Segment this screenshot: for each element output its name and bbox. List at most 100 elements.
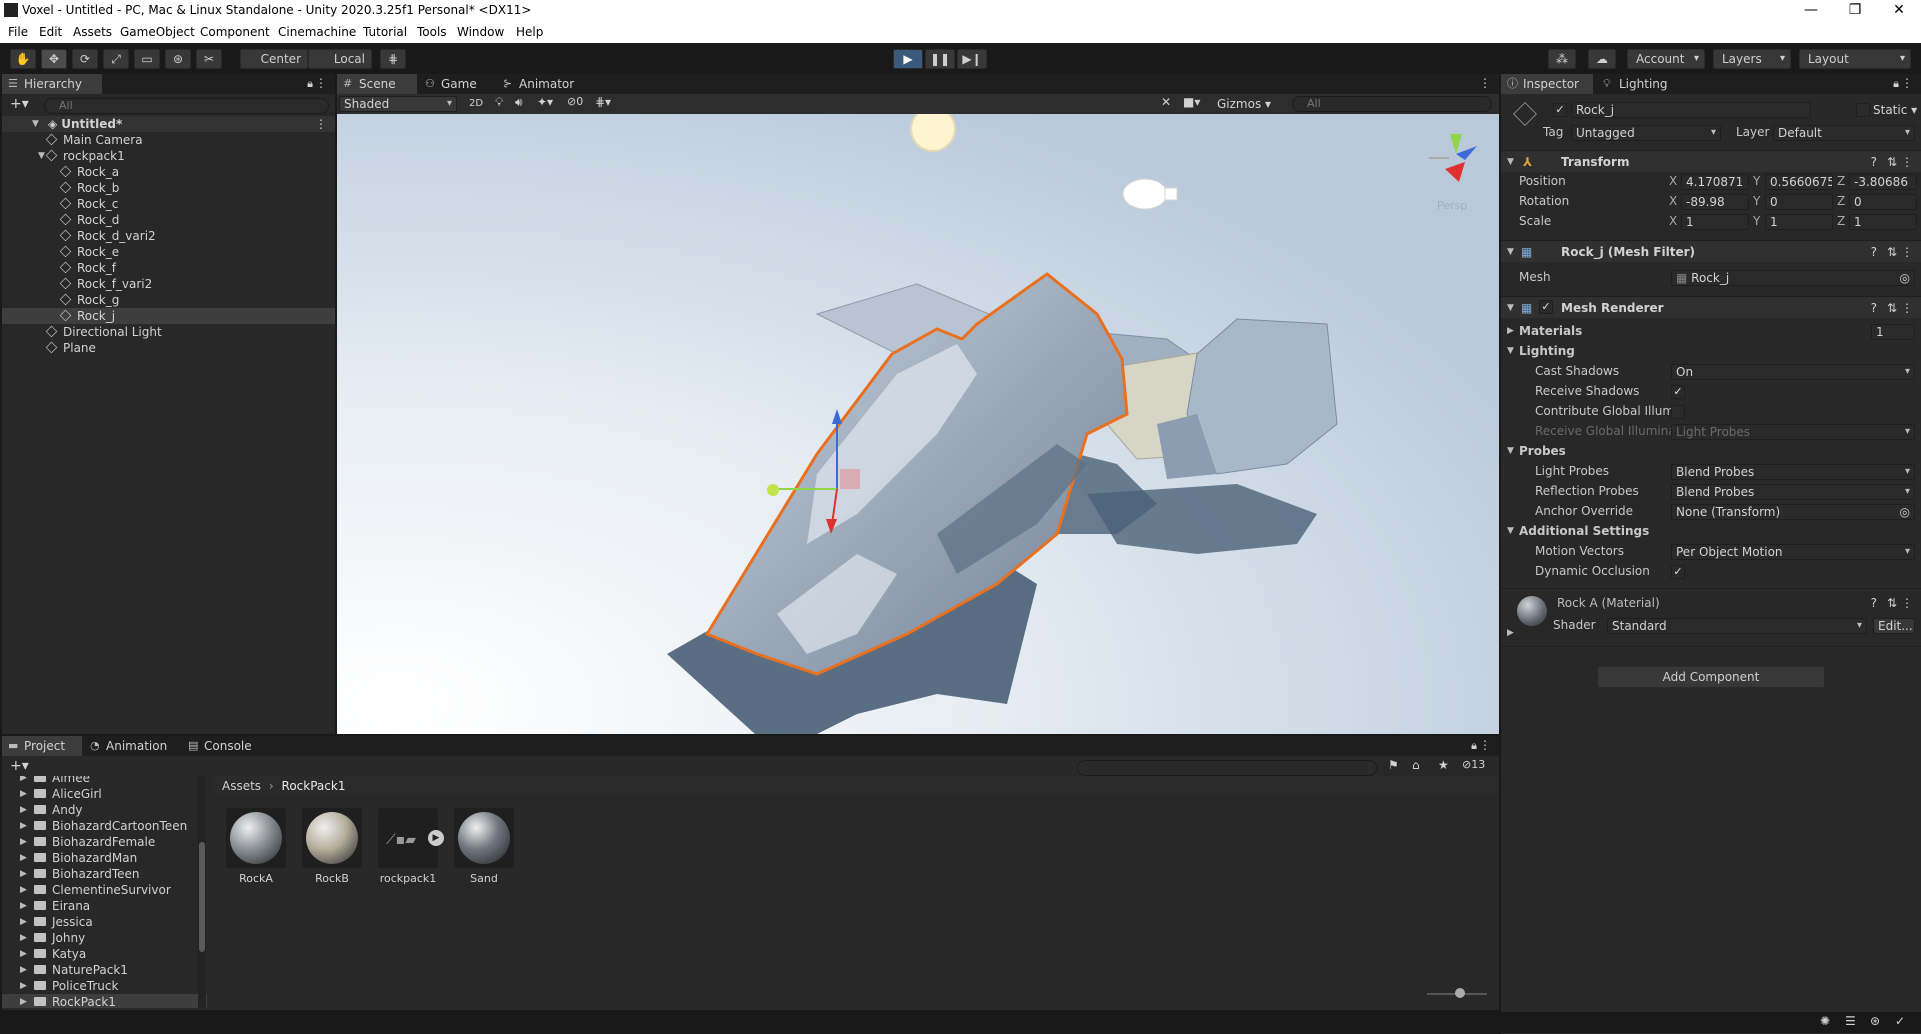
asset-tile[interactable]: ⟋▪▰ ▶ rockpack1 [377, 808, 444, 885]
hierarchy-item[interactable]: Rock_c [2, 196, 335, 212]
hand-tool-icon[interactable]: ✋ [10, 49, 36, 69]
rotate-tool-icon[interactable]: ⟳ [72, 49, 98, 69]
step-button[interactable]: ▶❙ [957, 49, 987, 69]
folder-item[interactable]: ▶ BiohazardFemale [2, 834, 207, 850]
tab-animation[interactable]: ◔ Animation [84, 736, 180, 756]
scale-x-field[interactable]: 1 [1681, 214, 1749, 230]
shading-mode-dropdown[interactable]: Shaded [339, 96, 457, 112]
folder-item[interactable]: ▶ BiohazardCartoonTeen [2, 818, 207, 834]
mesh-renderer-header[interactable]: ▼ ▦ ✓ Mesh Renderer ? ⇅ ⋮ [1501, 296, 1921, 318]
cloud-icon[interactable]: ☁ [1588, 49, 1616, 69]
folder-item[interactable]: ▶ Andy [2, 802, 207, 818]
status-check-icon[interactable]: ✓ [1895, 1014, 1905, 1028]
hierarchy-item[interactable]: Plane [2, 340, 335, 356]
scene-search-input[interactable]: All [1292, 96, 1492, 112]
help-icon[interactable]: ? [1871, 297, 1877, 319]
scene-viewport[interactable]: Persp [337, 114, 1499, 734]
pivot-local-button[interactable]: Local [308, 49, 372, 69]
toggle-2d-button[interactable]: 2D [465, 96, 487, 112]
hierarchy-item[interactable]: Rock_d [2, 212, 335, 228]
tab-lighting[interactable]: 💡︎ Lighting [1597, 74, 1689, 94]
breadcrumb-root[interactable]: Assets [222, 779, 261, 793]
scale-tool-icon[interactable]: ⤢ [103, 49, 129, 69]
hierarchy-search-input[interactable]: All [44, 98, 329, 114]
effects-toggle-icon[interactable]: ✦▾ [537, 95, 553, 109]
lock-icon[interactable]: 🔒︎ [307, 77, 313, 91]
hierarchy-item[interactable]: ▼ rockpack1 [2, 148, 335, 164]
folder-item[interactable]: ▶ Aimee [2, 776, 207, 786]
folder-item[interactable]: ▶ RockPack1 [2, 994, 207, 1008]
folder-item[interactable]: ▶ Eirana [2, 898, 207, 914]
mesh-filter-header[interactable]: ▼ ▦ Rock_j (Mesh Filter) ? ⇅ ⋮ [1501, 240, 1921, 262]
component-more-icon[interactable]: ⋮ [1901, 241, 1913, 263]
fold-arrow-icon[interactable]: ▶ [20, 914, 27, 930]
fold-arrow-icon[interactable]: ▶ [1507, 628, 1514, 638]
folder-item[interactable]: ▶ BiohazardTeen [2, 866, 207, 882]
fold-arrow-icon[interactable]: ▶ [20, 930, 27, 946]
fold-arrow-icon[interactable]: ▼ [1507, 446, 1514, 456]
hierarchy-item[interactable]: Rock_g [2, 292, 335, 308]
preset-icon[interactable]: ⇅ [1887, 297, 1897, 319]
receive-shadows-checkbox[interactable]: ✓ [1671, 385, 1685, 399]
mesh-field[interactable]: ▦ Rock_j ◎ [1671, 270, 1915, 286]
grid-snap-icon[interactable]: ⋕ [380, 49, 406, 69]
static-checkbox[interactable] [1856, 103, 1870, 117]
project-more-icon[interactable]: ⋮ [1479, 738, 1491, 752]
scene-more-icon[interactable]: ⋮ [1479, 76, 1491, 90]
active-checkbox[interactable]: ✓ [1553, 103, 1567, 117]
shader-edit-button[interactable]: Edit... [1873, 618, 1915, 634]
project-add-icon[interactable]: +▾ [10, 758, 29, 774]
component-more-icon[interactable]: ⋮ [1901, 297, 1913, 319]
object-picker-icon[interactable]: ◎ [1900, 271, 1910, 285]
fold-arrow-icon[interactable]: ▶ [20, 962, 27, 978]
favorite-icon[interactable]: ★ [1438, 758, 1449, 772]
hierarchy-item[interactable]: Rock_a [2, 164, 335, 180]
thumbnail-size-slider-knob[interactable] [1455, 988, 1465, 998]
play-button[interactable]: ▶ [893, 49, 923, 69]
component-more-icon[interactable]: ⋮ [1901, 151, 1913, 173]
hierarchy-item[interactable]: Rock_j [2, 308, 335, 324]
hidden-packages-icon[interactable]: ⊘13 [1462, 758, 1485, 771]
rotation-z-field[interactable]: 0 [1849, 194, 1917, 210]
object-name-field[interactable]: Rock_j [1571, 102, 1811, 118]
help-icon[interactable]: ? [1871, 151, 1877, 173]
position-x-field[interactable]: 4.170871 [1681, 174, 1749, 190]
grid-toggle-icon[interactable]: ⋕▾ [595, 95, 611, 109]
gizmos-dropdown[interactable]: Gizmos ▾ [1217, 96, 1283, 112]
bug-icon[interactable]: ✺ [1820, 1014, 1830, 1028]
folder-item[interactable]: ▶ Johny [2, 930, 207, 946]
contribute-gi-checkbox[interactable] [1671, 405, 1685, 419]
component-more-icon[interactable]: ⋮ [1901, 596, 1913, 610]
hierarchy-item[interactable]: Rock_f_vari2 [2, 276, 335, 292]
fold-arrow-icon[interactable]: ▼ [1507, 241, 1514, 263]
folder-item[interactable]: ▶ NaturePack1 [2, 962, 207, 978]
layer-dropdown[interactable]: Default [1773, 125, 1915, 141]
maximize-button[interactable]: ❐ [1833, 0, 1877, 22]
tag-dropdown[interactable]: Untagged [1571, 125, 1721, 141]
menu-gameobject[interactable]: GameObject [120, 25, 195, 39]
menu-tools[interactable]: Tools [417, 25, 447, 39]
reflection-probes-dropdown[interactable]: Blend Probes [1671, 484, 1915, 500]
cast-shadows-dropdown[interactable]: On [1671, 364, 1915, 380]
preset-icon[interactable]: ⇅ [1887, 241, 1897, 263]
rect-tool-icon[interactable]: ▭ [134, 49, 160, 69]
fold-arrow-icon[interactable]: ▼ [38, 148, 45, 164]
menu-tutorial[interactable]: Tutorial [363, 25, 407, 39]
filter-type-icon[interactable]: ⚑ [1388, 758, 1399, 772]
transform-header[interactable]: ▼ ⅄ Transform ? ⇅ ⋮ [1501, 150, 1921, 172]
folder-scrollbar[interactable] [198, 776, 206, 1008]
motion-vectors-dropdown[interactable]: Per Object Motion [1671, 544, 1915, 560]
light-probes-dropdown[interactable]: Blend Probes [1671, 464, 1915, 480]
add-icon[interactable]: +▾ [10, 96, 29, 112]
menu-edit[interactable]: Edit [39, 25, 62, 39]
position-z-field[interactable]: -3.80686 [1849, 174, 1917, 190]
menu-assets[interactable]: Assets [73, 25, 112, 39]
rotation-y-field[interactable]: 0 [1765, 194, 1833, 210]
tab-project[interactable]: ▬ Project [2, 736, 82, 756]
fold-arrow-icon[interactable]: ▶ [20, 776, 27, 786]
hierarchy-item[interactable]: Rock_e [2, 244, 335, 260]
menu-window[interactable]: Window [457, 25, 504, 39]
fold-arrow-icon[interactable]: ▼ [32, 116, 39, 132]
hierarchy-item[interactable]: Rock_d_vari2 [2, 228, 335, 244]
fold-arrow-icon[interactable]: ▶ [20, 994, 27, 1008]
